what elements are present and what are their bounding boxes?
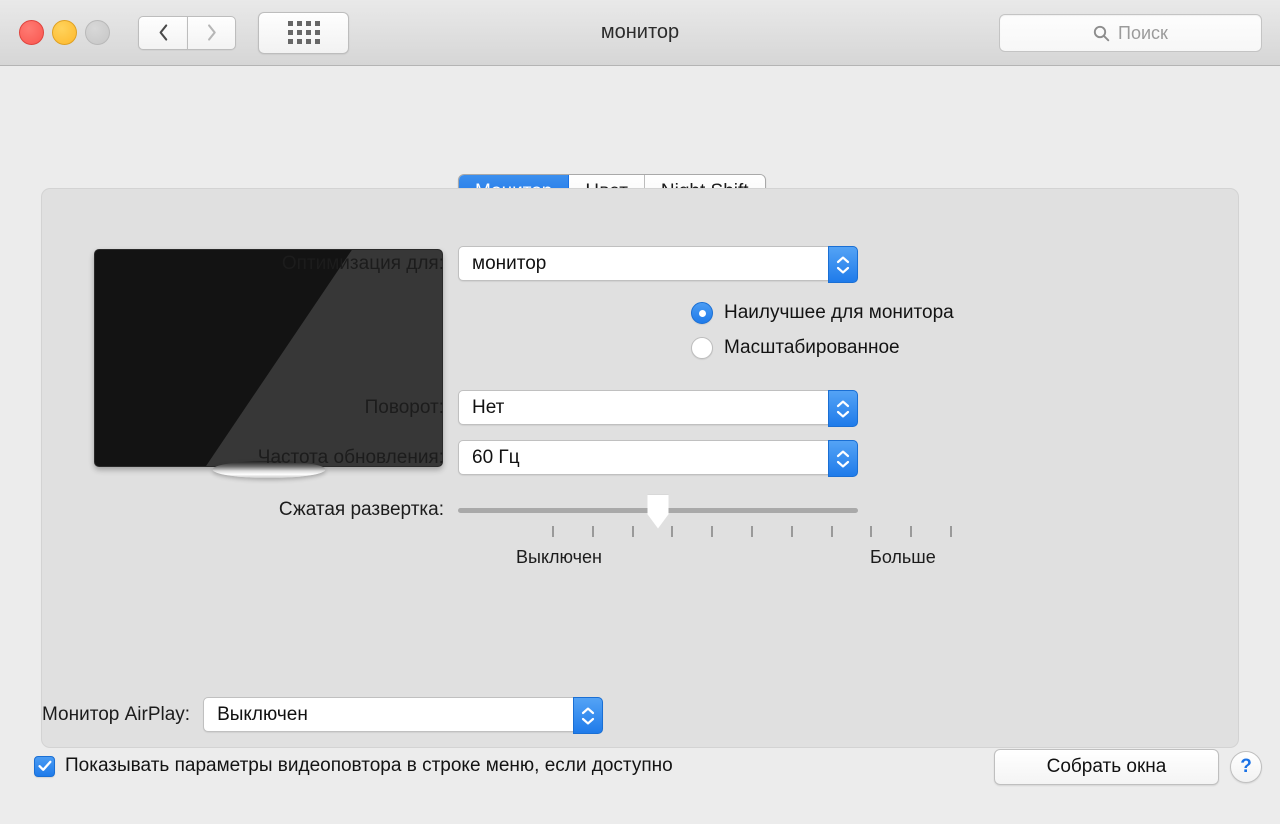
- display-settings-panel: Оптимизация для: монитор Наилучшее для м…: [42, 189, 1238, 747]
- overscan-slider[interactable]: [458, 494, 858, 529]
- navigation-buttons: [138, 15, 236, 50]
- show-all-button[interactable]: [258, 11, 349, 54]
- rotation-row: Поворот: Нет: [222, 390, 858, 427]
- overscan-slider-ticks: [552, 526, 952, 537]
- traffic-light-group: [19, 20, 110, 45]
- search-input[interactable]: Поиск: [999, 14, 1262, 52]
- refresh-rate-value: 60 Гц: [472, 446, 520, 468]
- overscan-min-label: Выключен: [516, 547, 602, 567]
- radio-scaled-label: Масштабированное: [724, 337, 900, 358]
- rotation-stepper-icon[interactable]: [828, 390, 858, 427]
- chevron-up-icon: [836, 450, 850, 457]
- rotation-select[interactable]: Нет: [458, 390, 858, 427]
- settings-form: Оптимизация для: монитор Наилучшее для м…: [42, 189, 1238, 747]
- overscan-label: Сжатая развертка:: [278, 499, 444, 520]
- refresh-rate-select[interactable]: 60 Гц: [458, 440, 858, 477]
- airplay-stepper-icon[interactable]: [573, 697, 604, 734]
- radio-best-selected[interactable]: [691, 302, 713, 324]
- airplay-select[interactable]: Выключен: [203, 697, 604, 734]
- chevron-down-icon: [581, 717, 595, 724]
- resolution-option-scaled[interactable]: Масштабированное: [691, 337, 900, 359]
- chevron-left-icon: [159, 24, 167, 41]
- action-buttons: Собрать окна ?: [994, 749, 1262, 785]
- window-body: Монитор Цвет Night Shift Оптимизация для…: [0, 66, 1280, 824]
- search-placeholder: Поиск: [1118, 22, 1168, 43]
- rotation-value: Нет: [472, 396, 505, 418]
- overscan-row: Сжатая развертка:: [222, 494, 858, 529]
- overscan-max-label: Больше: [870, 547, 936, 567]
- minimize-button[interactable]: [52, 20, 77, 45]
- radio-scaled-unselected[interactable]: [691, 337, 713, 359]
- gather-windows-button[interactable]: Собрать окна: [994, 749, 1219, 785]
- search-icon: [1093, 25, 1110, 41]
- optimize-select[interactable]: монитор: [458, 246, 858, 283]
- refresh-rate-stepper-icon[interactable]: [828, 440, 858, 477]
- airplay-row: Монитор AirPlay: Выключен: [42, 697, 604, 734]
- chevron-down-icon: [836, 410, 850, 417]
- chevron-down-icon: [836, 460, 850, 467]
- back-button[interactable]: [138, 15, 187, 50]
- mirroring-checkbox-label: Показывать параметры видеоповтора в стро…: [65, 755, 673, 776]
- mirroring-checkbox-row[interactable]: Показывать параметры видеоповтора в стро…: [34, 755, 673, 777]
- close-button[interactable]: [19, 20, 44, 45]
- bottom-bar: Монитор AirPlay: Выключен Показывать пар…: [0, 681, 1280, 824]
- optimize-label: Оптимизация для:: [281, 252, 444, 274]
- chevron-right-icon: [208, 24, 216, 41]
- optimize-row: Оптимизация для: монитор: [222, 246, 858, 283]
- chevron-up-icon: [581, 707, 595, 714]
- window-titlebar: монитор Поиск: [0, 0, 1280, 66]
- resolution-option-best[interactable]: Наилучшее для монитора: [691, 302, 954, 324]
- chevron-up-icon: [836, 400, 850, 407]
- help-button[interactable]: ?: [1230, 751, 1262, 783]
- mirroring-checkbox[interactable]: [34, 755, 55, 777]
- chevron-down-icon: [836, 266, 850, 273]
- refresh-rate-label: Частота обновления:: [257, 446, 444, 468]
- checkmark-icon: [37, 760, 51, 771]
- rotation-label: Поворот:: [364, 396, 444, 418]
- airplay-label: Монитор AirPlay:: [42, 703, 191, 725]
- show-all-grid-icon: [287, 21, 320, 44]
- overscan-slider-thumb[interactable]: [647, 494, 669, 529]
- forward-button[interactable]: [187, 15, 236, 50]
- airplay-value: Выключен: [217, 703, 308, 725]
- radio-best-label: Наилучшее для монитора: [724, 302, 954, 323]
- optimize-value: монитор: [472, 252, 547, 274]
- zoom-button[interactable]: [85, 20, 110, 45]
- optimize-stepper-icon[interactable]: [828, 246, 858, 283]
- display-preferences-window: монитор Поиск Монитор Цвет Night Shift: [0, 0, 1280, 824]
- chevron-up-icon: [836, 256, 850, 263]
- refresh-rate-row: Частота обновления: 60 Гц: [222, 440, 858, 477]
